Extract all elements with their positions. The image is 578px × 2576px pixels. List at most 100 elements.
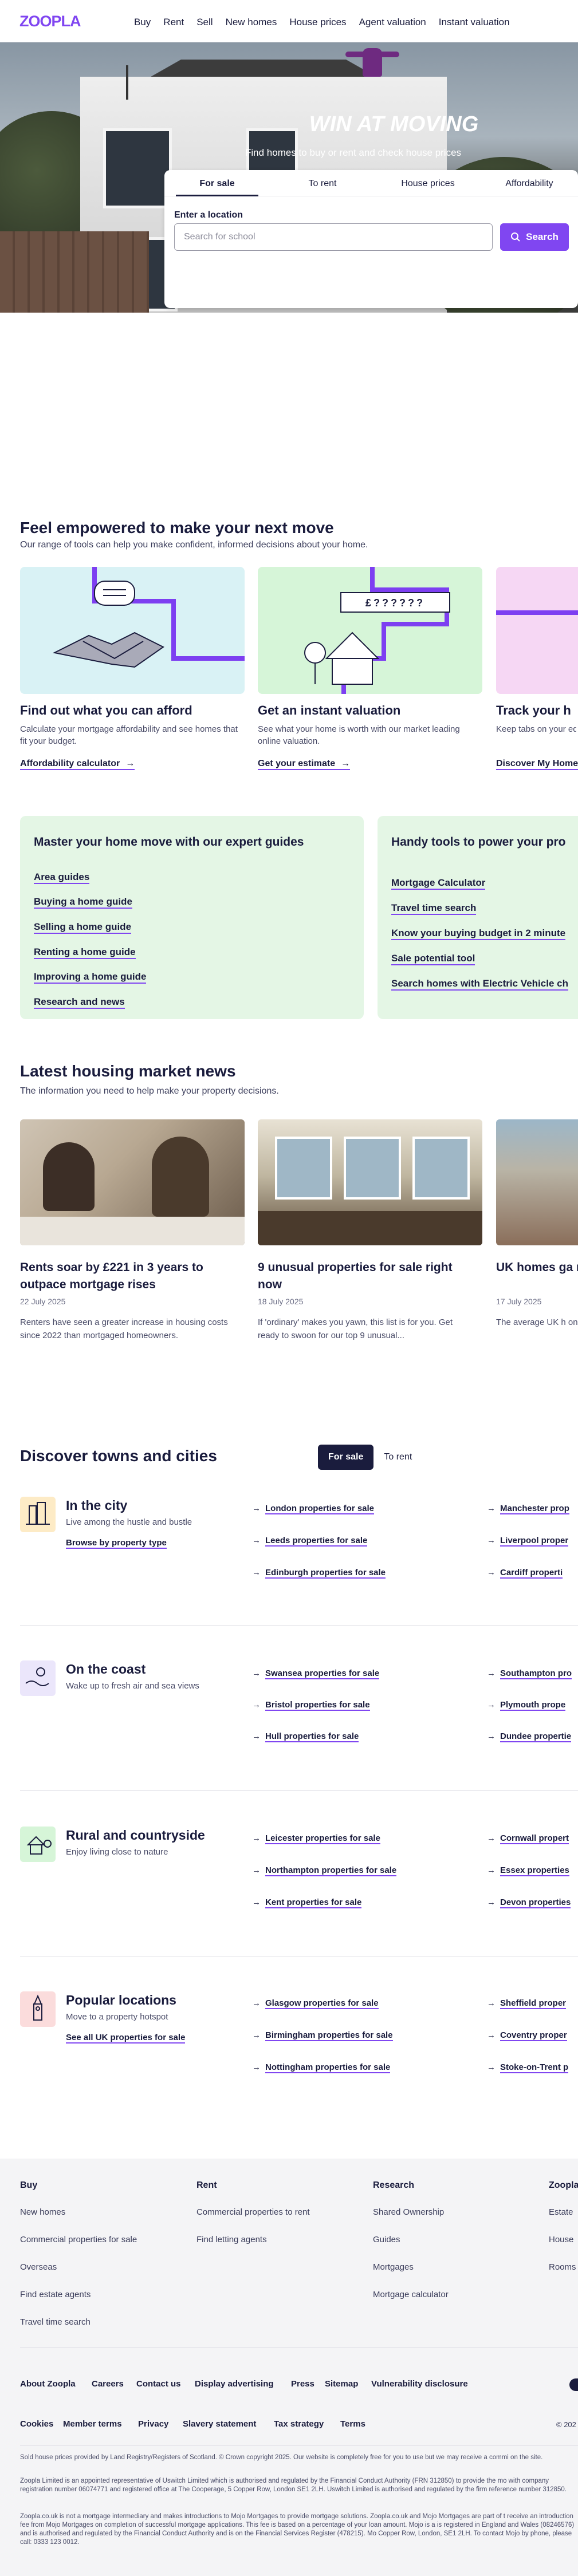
- tool-link[interactable]: Mortgage Calculator: [391, 877, 486, 890]
- nav-new-homes[interactable]: New homes: [226, 17, 277, 28]
- town-link[interactable]: → Sheffield proper: [487, 1998, 567, 2009]
- news-title: Rents soar by £221 in 3 years to outpace…: [20, 1261, 203, 1291]
- footer-heading-rent: Rent: [196, 2180, 217, 2190]
- guide-link[interactable]: Renting a home guide: [34, 946, 136, 959]
- town-link[interactable]: → Edinburgh properties for sale: [252, 1568, 386, 1579]
- guide-link[interactable]: Selling a home guide: [34, 921, 132, 934]
- nav-buy[interactable]: Buy: [134, 17, 151, 28]
- footer-link-about[interactable]: About Zoopla: [20, 2379, 76, 2389]
- guide-link[interactable]: Area guides: [34, 871, 90, 884]
- footer-link[interactable]: Guides: [373, 2235, 400, 2244]
- footer-link-privacy[interactable]: Privacy: [138, 2419, 168, 2429]
- town-link[interactable]: → Essex properties: [487, 1865, 569, 1876]
- affordability-calculator-link[interactable]: Affordability calculator →: [20, 759, 135, 770]
- footer-link[interactable]: Shared Ownership: [373, 2207, 444, 2217]
- tab-for-sale[interactable]: For sale: [164, 170, 270, 196]
- towns-tab-for-sale[interactable]: For sale: [318, 1445, 374, 1470]
- tool-link[interactable]: Know your buying budget in 2 minute: [391, 928, 566, 940]
- main-nav: Buy Rent Sell New homes House prices Age…: [134, 17, 522, 28]
- footer-link-terms[interactable]: Terms: [340, 2419, 365, 2429]
- footer-link-vulnerability[interactable]: Vulnerability disclosure: [371, 2379, 468, 2389]
- town-link[interactable]: → Plymouth prope: [487, 1700, 566, 1711]
- town-link[interactable]: → Cornwall propert: [487, 1833, 569, 1844]
- towns-tab-to-rent[interactable]: To rent: [373, 1445, 422, 1470]
- footer-link-member-terms[interactable]: Member terms: [63, 2419, 122, 2429]
- news-card[interactable]: Rents soar by £221 in 3 years to outpace…: [20, 1119, 245, 1340]
- location-search-input[interactable]: [174, 223, 493, 251]
- footer-link[interactable]: New homes: [20, 2207, 65, 2217]
- tool-card-affordability: Find out what you can afford Calculate y…: [20, 567, 245, 770]
- town-group-title: Rural and countryside: [66, 1828, 205, 1843]
- town-link[interactable]: → Dundee propertie: [487, 1731, 572, 1742]
- see-all-uk-properties-link[interactable]: See all UK properties for sale: [66, 2033, 186, 2044]
- track-home-illustration: [496, 567, 578, 694]
- get-estimate-link[interactable]: Get your estimate →: [258, 759, 351, 770]
- tool-link[interactable]: Sale potential tool: [391, 953, 475, 965]
- town-link[interactable]: → Manchester prop: [487, 1504, 569, 1514]
- discover-my-home-link[interactable]: Discover My Home: [496, 759, 578, 770]
- handshake-illustration: [20, 567, 245, 694]
- town-link[interactable]: → Swansea properties for sale: [252, 1668, 380, 1679]
- footer-link-sitemap[interactable]: Sitemap: [325, 2379, 358, 2389]
- search-icon: [511, 232, 520, 242]
- town-link[interactable]: → Coventry proper: [487, 2030, 567, 2041]
- news-card[interactable]: 9 unusual properties for sale right now …: [258, 1119, 482, 1340]
- footer-link[interactable]: Mortgages: [373, 2262, 414, 2272]
- zoopla-logo[interactable]: ZOOPLA: [19, 13, 81, 30]
- tool-link[interactable]: Search homes with Electric Vehicle ch: [391, 978, 568, 991]
- handy-tools-title: Handy tools to power your pro: [391, 835, 566, 849]
- tab-affordability[interactable]: Affordability: [481, 170, 578, 196]
- news-card[interactable]: UK homes ga rise 20% in 5 y 17 July 2025…: [496, 1119, 578, 1360]
- footer-link-slavery[interactable]: Slavery statement: [183, 2419, 256, 2429]
- nav-rent[interactable]: Rent: [163, 17, 184, 28]
- guide-link[interactable]: Buying a home guide: [34, 896, 132, 909]
- footer-link[interactable]: House: [549, 2235, 573, 2244]
- town-link[interactable]: → Devon properties: [487, 1898, 571, 1908]
- footer-link[interactable]: Commercial properties to rent: [196, 2207, 310, 2217]
- town-link[interactable]: → Birmingham properties for sale: [252, 2030, 393, 2041]
- guide-link[interactable]: Research and news: [34, 996, 125, 1009]
- town-link[interactable]: → Glasgow properties for sale: [252, 1998, 379, 2009]
- footer-link[interactable]: Commercial properties for sale: [20, 2235, 137, 2244]
- social-icon[interactable]: [569, 2378, 578, 2391]
- town-link[interactable]: → London properties for sale: [252, 1504, 375, 1514]
- footer-link-careers[interactable]: Careers: [92, 2379, 124, 2389]
- town-link[interactable]: → Southampton pro: [487, 1668, 572, 1679]
- town-link[interactable]: → Leicester properties for sale: [252, 1833, 380, 1844]
- guide-link[interactable]: Improving a home guide: [34, 971, 147, 984]
- footer-link-tax[interactable]: Tax strategy: [274, 2419, 324, 2429]
- arrow-right-icon: →: [252, 1568, 261, 1577]
- footer-link[interactable]: Estate: [549, 2207, 573, 2217]
- footer-link-cookies[interactable]: Cookies: [20, 2419, 53, 2429]
- site-header: ZOOPLA Buy Rent Sell New homes House pri…: [0, 0, 578, 42]
- footer-link[interactable]: Overseas: [20, 2262, 57, 2272]
- tool-link[interactable]: Travel time search: [391, 902, 477, 915]
- nav-house-prices[interactable]: House prices: [289, 17, 346, 28]
- town-link[interactable]: → Kent properties for sale: [252, 1898, 362, 1908]
- person-on-roof-image: [363, 48, 382, 77]
- nav-instant-valuation[interactable]: Instant valuation: [439, 17, 510, 28]
- tab-house-prices[interactable]: House prices: [375, 170, 481, 196]
- town-link[interactable]: → Stoke-on-Trent p: [487, 2062, 569, 2073]
- town-link[interactable]: → Leeds properties for sale: [252, 1536, 368, 1547]
- town-link[interactable]: → Cardiff properti: [487, 1568, 563, 1579]
- footer-link[interactable]: Mortgage calculator: [373, 2290, 449, 2299]
- footer-link-press[interactable]: Press: [291, 2379, 314, 2389]
- footer-link-advertising[interactable]: Display advertising: [195, 2379, 274, 2389]
- footer-link[interactable]: Travel time search: [20, 2317, 91, 2327]
- nav-agent-valuation[interactable]: Agent valuation: [359, 17, 426, 28]
- town-link[interactable]: → Liverpool proper: [487, 1536, 569, 1547]
- footer-link[interactable]: Find letting agents: [196, 2235, 267, 2244]
- browse-by-property-type-link[interactable]: Browse by property type: [66, 1538, 167, 1549]
- news-image-interior: [258, 1119, 482, 1245]
- tab-to-rent[interactable]: To rent: [270, 170, 375, 196]
- footer-link-contact[interactable]: Contact us: [136, 2379, 181, 2389]
- town-link[interactable]: → Hull properties for sale: [252, 1731, 359, 1742]
- town-link[interactable]: → Bristol properties for sale: [252, 1700, 370, 1711]
- nav-sell[interactable]: Sell: [196, 17, 213, 28]
- town-link[interactable]: → Nottingham properties for sale: [252, 2062, 391, 2073]
- footer-link[interactable]: Find estate agents: [20, 2290, 91, 2299]
- footer-link[interactable]: Rooms: [549, 2262, 576, 2272]
- search-button[interactable]: Search: [500, 223, 569, 251]
- town-link[interactable]: → Northampton properties for sale: [252, 1865, 397, 1876]
